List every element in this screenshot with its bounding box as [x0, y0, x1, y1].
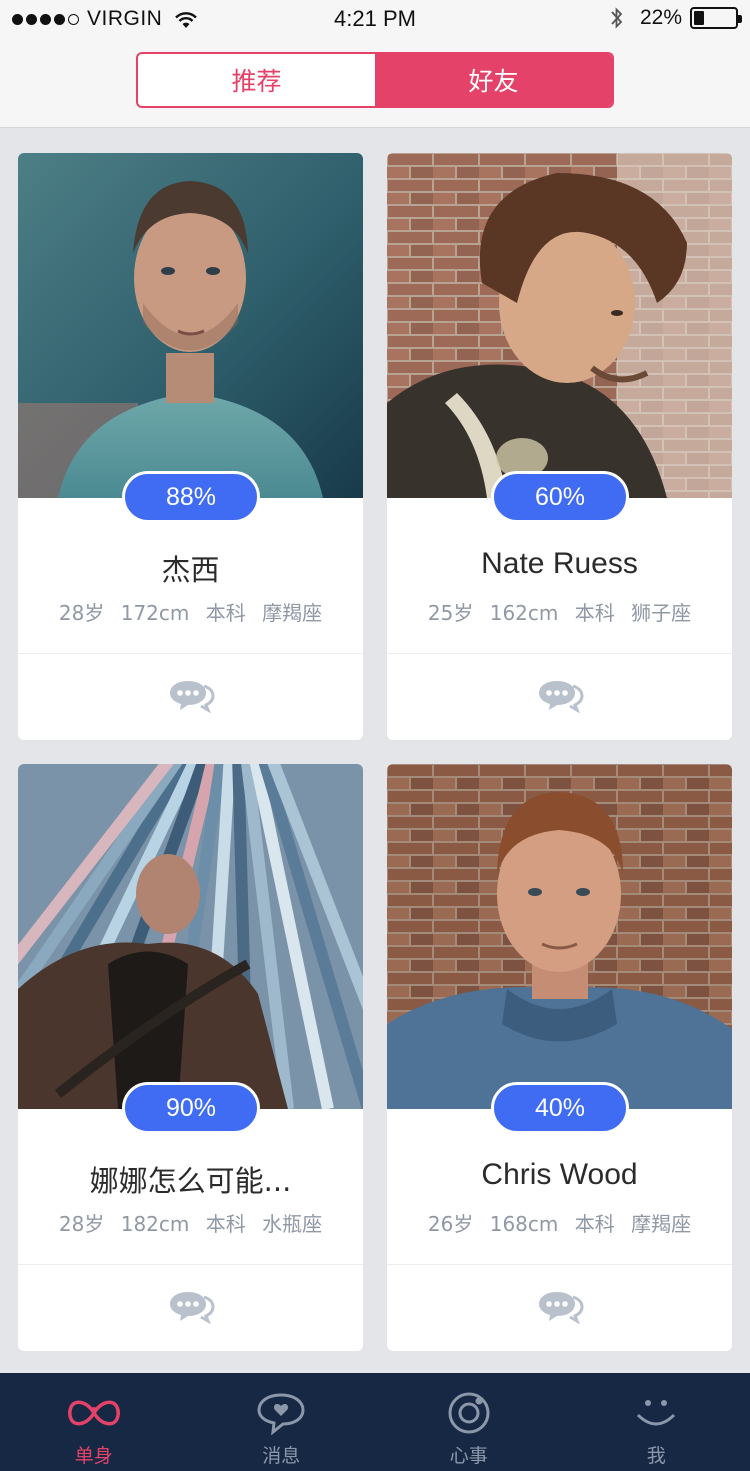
status-right: 22% — [610, 6, 742, 30]
profile-photo — [18, 764, 363, 1109]
card-divider — [18, 1264, 363, 1265]
match-percentage-badge: 40% — [491, 1082, 629, 1134]
battery-percentage: 22% — [639, 6, 682, 29]
battery-icon — [690, 7, 742, 29]
match-percentage-badge: 90% — [122, 1082, 260, 1134]
card-divider — [387, 1264, 732, 1265]
segmented-control: 推荐 好友 — [136, 52, 614, 108]
match-percentage-badge: 60% — [491, 471, 629, 523]
top-header: VIRGIN 4:21 PM 22% 推荐 好友 — [0, 0, 750, 128]
segment-recommended[interactable]: 推荐 — [138, 54, 375, 106]
match-percentage-badge: 88% — [122, 471, 260, 523]
profile-age: 28岁 — [58, 601, 105, 625]
profile-name: Chris Wood — [481, 1158, 638, 1191]
profile-card[interactable]: 88% 杰西 28岁 172cm 本科 摩羯座 — [18, 153, 363, 740]
tab-thoughts[interactable]: 心事 — [375, 1373, 563, 1471]
profile-photo — [18, 153, 363, 498]
message-heart-icon — [249, 1391, 313, 1435]
status-bar: VIRGIN 4:21 PM 22% — [0, 0, 750, 40]
profile-info: 28岁 182cm 本科 水瓶座 — [18, 1208, 363, 1237]
profile-zodiac: 摩羯座 — [262, 601, 323, 625]
profile-education: 本科 — [574, 601, 615, 625]
profile-zodiac: 水瓶座 — [262, 1212, 323, 1236]
chat-bubble-icon[interactable] — [166, 677, 216, 713]
profile-card[interactable]: 90% 娜娜怎么可能... 28岁 182cm 本科 水瓶座 — [18, 764, 363, 1351]
profile-name: Nate Ruess — [481, 547, 638, 580]
profile-name: 娜娜怎么可能... — [89, 1164, 292, 1198]
chat-bubble-icon[interactable] — [535, 1288, 585, 1324]
profile-height: 162cm — [489, 601, 559, 625]
bottom-tab-bar: 单身 消息 心事 我 — [0, 1373, 750, 1471]
profile-photo — [387, 764, 732, 1109]
profile-height: 172cm — [120, 601, 190, 625]
tab-singles[interactable]: 单身 — [0, 1373, 188, 1471]
tab-label: 我 — [646, 1445, 666, 1467]
profile-zodiac: 狮子座 — [631, 601, 692, 625]
profile-info: 26岁 168cm 本科 摩羯座 — [387, 1208, 732, 1237]
profile-info: 25岁 162cm 本科 狮子座 — [387, 597, 732, 626]
profile-age: 26岁 — [427, 1212, 474, 1236]
profile-height: 182cm — [120, 1212, 190, 1236]
profile-height: 168cm — [489, 1212, 559, 1236]
profile-education: 本科 — [574, 1212, 615, 1236]
profile-card[interactable]: 60% Nate Ruess 25岁 162cm 本科 狮子座 — [387, 153, 732, 740]
circle-icon — [437, 1391, 501, 1435]
profile-age: 28岁 — [58, 1212, 105, 1236]
profile-age: 25岁 — [427, 601, 474, 625]
profile-card[interactable]: 40% Chris Wood 26岁 168cm 本科 摩羯座 — [387, 764, 732, 1351]
segment-friends[interactable]: 好友 — [375, 54, 612, 106]
profile-photo — [387, 153, 732, 498]
profile-info: 28岁 172cm 本科 摩羯座 — [18, 597, 363, 626]
profile-education: 本科 — [205, 601, 246, 625]
card-divider — [18, 653, 363, 654]
profile-zodiac: 摩羯座 — [631, 1212, 692, 1236]
tab-label: 心事 — [449, 1445, 488, 1467]
tab-me[interactable]: 我 — [563, 1373, 750, 1471]
profile-name: 杰西 — [161, 553, 220, 587]
chat-bubble-icon[interactable] — [166, 1288, 216, 1324]
chat-bubble-icon[interactable] — [535, 677, 585, 713]
tab-label: 消息 — [262, 1445, 301, 1467]
tab-messages[interactable]: 消息 — [188, 1373, 376, 1471]
tab-label: 单身 — [74, 1445, 113, 1467]
smile-icon — [624, 1391, 688, 1435]
infinity-icon — [62, 1391, 126, 1435]
bluetooth-icon — [610, 6, 624, 30]
profile-education: 本科 — [205, 1212, 246, 1236]
card-divider — [387, 653, 732, 654]
